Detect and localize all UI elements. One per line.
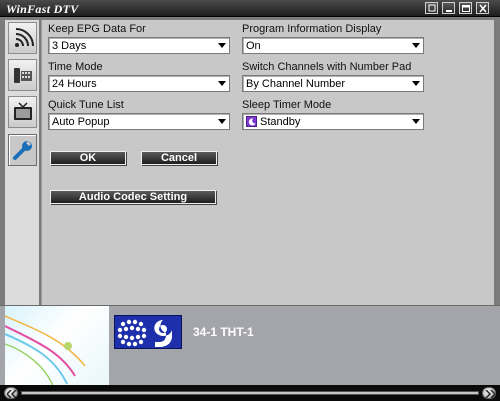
seek-track[interactable] (21, 391, 479, 395)
tab-settings[interactable] (8, 134, 37, 166)
ok-button[interactable]: OK (50, 151, 126, 165)
chevron-down-icon[interactable] (411, 116, 421, 127)
close-icon[interactable] (476, 2, 489, 14)
tab-signal[interactable] (8, 22, 37, 54)
time-mode-value: 24 Hours (52, 78, 97, 90)
switch-channels-select[interactable]: By Channel Number (242, 75, 424, 92)
chevron-down-icon[interactable] (411, 78, 421, 89)
time-mode-select[interactable]: 24 Hours (48, 75, 230, 92)
tab-tv[interactable] (8, 96, 37, 128)
sleep-timer-label: Sleep Timer Mode (242, 99, 332, 111)
wrench-icon (13, 141, 32, 160)
tv-icon (14, 102, 32, 120)
cancel-button[interactable]: Cancel (141, 151, 217, 165)
main-frame: Keep EPG Data For 3 Days Time Mode 24 Ho… (0, 17, 500, 386)
settings-panel: Keep EPG Data For 3 Days Time Mode 24 Ho… (41, 20, 494, 306)
channel-info-bar: 34-1 THT-1 (0, 305, 500, 386)
epg-select[interactable]: 3 Days (48, 37, 230, 54)
restore-icon[interactable] (425, 2, 438, 14)
program-info-value: On (246, 40, 261, 52)
title-bar: WinFast DTV (0, 0, 500, 17)
quick-tune-select[interactable]: Auto Popup (48, 113, 230, 130)
sidebar (5, 20, 39, 315)
program-info-label: Program Information Display (242, 23, 382, 35)
sleep-timer-value: Standby (260, 116, 301, 128)
switch-channels-label: Switch Channels with Number Pad (242, 61, 412, 73)
signal-icon (15, 28, 34, 47)
seek-bar[interactable] (0, 385, 500, 401)
audio-codec-setting-button[interactable]: Audio Codec Setting (50, 190, 216, 204)
time-mode-label: Time Mode (48, 61, 103, 73)
chevron-down-icon[interactable] (411, 40, 421, 51)
tab-remote[interactable] (8, 59, 37, 91)
program-info-select[interactable]: On (242, 37, 424, 54)
switch-channels-value: By Channel Number (246, 78, 346, 90)
moon-icon (246, 116, 257, 127)
chevron-down-icon[interactable] (217, 40, 227, 51)
video-preview[interactable] (5, 306, 109, 386)
nine-network-logo (114, 315, 182, 349)
epg-label: Keep EPG Data For (48, 23, 146, 35)
sleep-timer-select[interactable]: Standby (242, 113, 424, 130)
scroll-left-icon[interactable] (4, 387, 18, 399)
maximize-icon[interactable] (459, 2, 472, 14)
channel-name: 34-1 THT-1 (193, 325, 254, 339)
remote-icon (14, 68, 32, 83)
quick-tune-label: Quick Tune List (48, 99, 124, 111)
epg-value: 3 Days (52, 40, 87, 52)
scroll-right-icon[interactable] (482, 387, 496, 399)
chevron-down-icon[interactable] (217, 78, 227, 89)
chevron-down-icon[interactable] (217, 116, 227, 127)
minimize-icon[interactable] (442, 2, 455, 14)
quick-tune-value: Auto Popup (52, 116, 110, 128)
window-title: WinFast DTV (6, 2, 79, 16)
